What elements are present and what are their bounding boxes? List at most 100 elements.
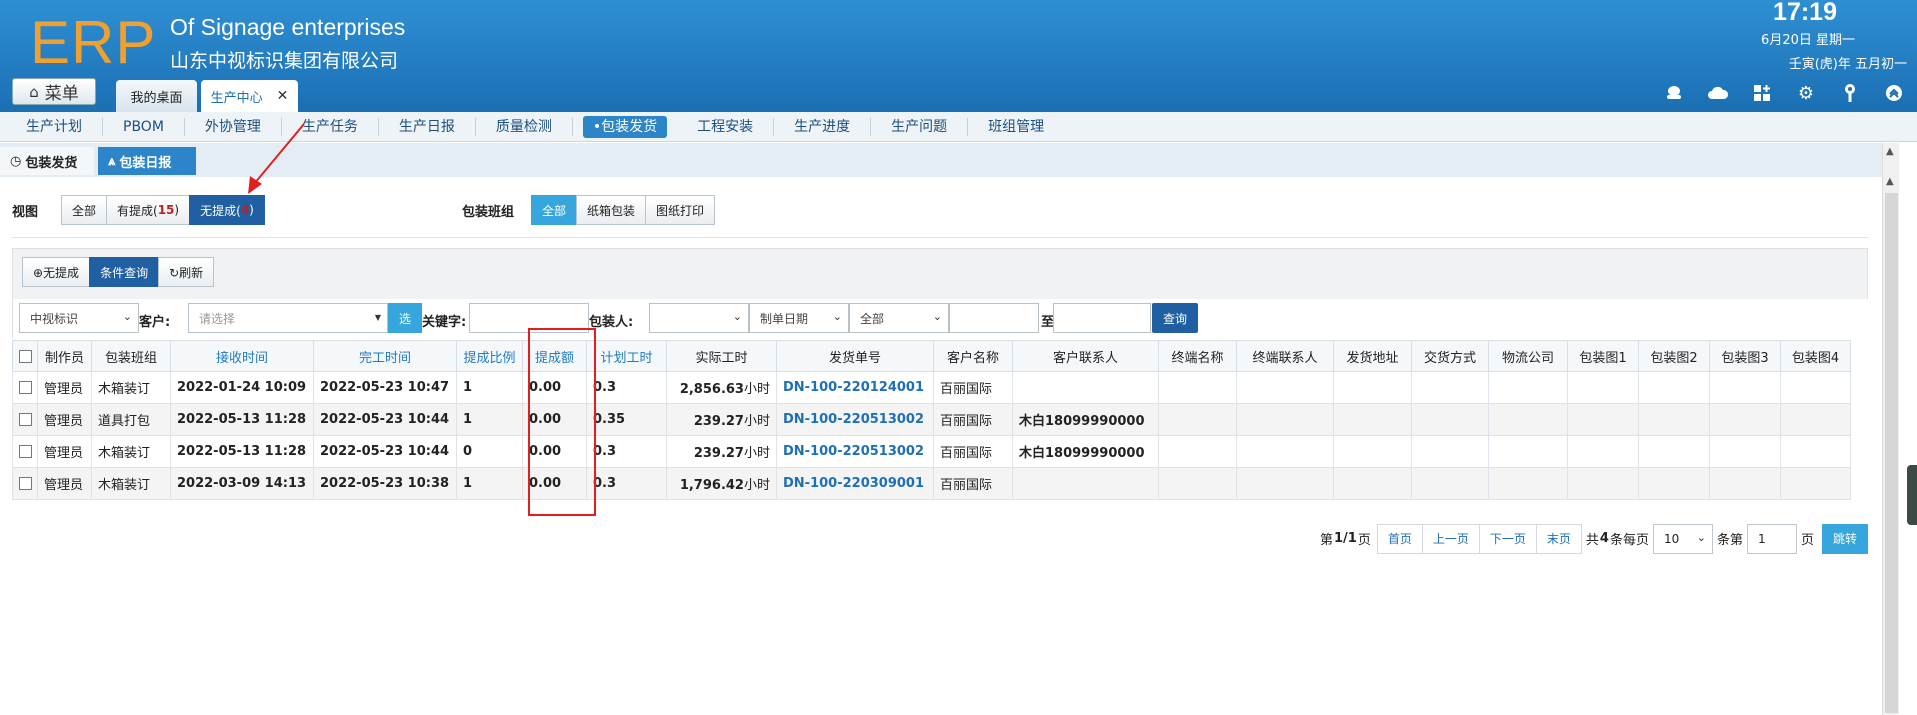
view-none-label: 无提成( [200, 203, 241, 218]
brand-name-en: Of Signage enterprises [170, 14, 406, 40]
cell-finished: 2022-05-23 10:44 [313, 403, 457, 436]
gear-icon[interactable]: ⚙ [1795, 82, 1817, 104]
user-icon[interactable] [1663, 82, 1685, 104]
no-commission-button[interactable]: ⊕无提成 [22, 257, 91, 287]
cell-customer: 百丽国际 [933, 371, 1013, 404]
col-header-plan-hours[interactable]: 计划工时 [586, 340, 667, 372]
tab-my-desktop[interactable]: 我的桌面 [116, 80, 197, 112]
tab-pack-daily[interactable]: ⩓ 包装日报 [98, 147, 196, 175]
home-icon: ⌂ [29, 82, 39, 101]
page-number-label: 条第 [1716, 533, 1743, 548]
team-carton-button[interactable]: 纸箱包装 [576, 195, 647, 225]
clock-date: 6月20日 星期一 [1761, 33, 1855, 48]
cell-ship-no[interactable]: DN-100-220124001 [776, 371, 934, 404]
clock-time: 17:19 [1773, 0, 1837, 26]
collapse-up-icon[interactable] [1883, 82, 1905, 104]
clock-icon: ◷ [10, 153, 22, 169]
cell-ship-no[interactable]: DN-100-220513002 [776, 403, 934, 436]
choose-customer-button[interactable]: 选 [388, 303, 422, 333]
prev-page-button[interactable]: 上一页 [1421, 523, 1480, 554]
scroll-up-icon[interactable]: ▲ [1886, 176, 1894, 187]
col-header-ratio[interactable]: 提成比例 [456, 340, 523, 372]
team-print-button[interactable]: 图纸打印 [645, 195, 716, 225]
team-label: 包装班组 [462, 205, 515, 220]
vertical-scrollbar[interactable]: ▲ ▲ [1882, 143, 1899, 715]
company-value: 中视标识 [30, 311, 79, 326]
cell-ship-no[interactable]: DN-100-220309001 [776, 467, 934, 500]
end-date-input[interactable] [1053, 303, 1151, 333]
team-all-button[interactable]: 全部 [531, 195, 578, 225]
cell-contact: 木白18099990000 [1012, 435, 1159, 468]
customer-select[interactable]: 请选择 ▼ [188, 303, 388, 333]
nav-daily-report[interactable]: 生产日报 [379, 117, 476, 136]
page-size-select[interactable]: 10 ⌄ [1652, 523, 1713, 554]
row-checkbox[interactable] [12, 371, 38, 404]
view-has-count: 15 [157, 203, 175, 217]
scrollbar-thumb[interactable] [1885, 193, 1898, 713]
nav-team-management[interactable]: 班组管理 [968, 118, 1064, 136]
col-header-customer: 客户名称 [933, 340, 1013, 372]
start-date-input[interactable] [949, 303, 1039, 333]
scroll-up-icon[interactable]: ▲ [1886, 146, 1894, 157]
brand-name-cn: 山东中视标识集团有限公司 [170, 50, 399, 72]
tab-pack-ship[interactable]: ◷ 包装发货 [0, 147, 94, 175]
first-page-button[interactable]: 首页 [1376, 523, 1423, 554]
table-row[interactable]: 管理员 木箱装订 2022-05-13 11:28 2022-05-23 10:… [12, 435, 1851, 468]
page-info-prefix: 第 [1319, 533, 1333, 548]
close-icon[interactable]: ✕ [277, 88, 289, 104]
cell-team: 木箱装订 [91, 435, 171, 468]
cell-actual-hours: 239.27小时 [666, 435, 777, 468]
cell-finished: 2022-05-23 10:47 [313, 371, 457, 404]
cell-customer: 百丽国际 [933, 435, 1013, 468]
side-drawer-handle[interactable] [1907, 465, 1917, 525]
chevron-down-icon: ⌄ [732, 310, 742, 323]
cell-plan-hours: 0.3 [586, 371, 667, 404]
cell-maker: 管理员 [37, 403, 92, 436]
nav-issues[interactable]: 生产问题 [871, 117, 969, 136]
customer-label: 客户: [139, 315, 171, 330]
tab-production-center[interactable]: 生产中心 ✕ [201, 80, 298, 112]
cell-contact [1012, 467, 1159, 500]
page-info-value: 1/1 [1333, 531, 1357, 546]
view-has-commission-button[interactable]: 有提成(15) [106, 195, 191, 225]
cloud-icon[interactable] [1707, 82, 1729, 104]
next-page-button[interactable]: 下一页 [1478, 523, 1537, 554]
packer-select[interactable]: ⌄ [649, 303, 749, 333]
nav-production-plan[interactable]: 生产计划 [6, 117, 103, 136]
cell-ratio: 1 [456, 403, 523, 436]
nav-pbom[interactable]: PBOM [103, 117, 185, 136]
cell-ship-no[interactable]: DN-100-220513002 [776, 435, 934, 468]
row-checkbox[interactable] [12, 435, 38, 468]
page-number-input[interactable]: 1 [1746, 523, 1797, 554]
nav-installation[interactable]: 工程安装 [677, 117, 775, 136]
query-button[interactable]: 查询 [1152, 303, 1198, 333]
company-select[interactable]: 中视标识 ⌄ [19, 303, 139, 333]
view-filter-group: 全部 有提成(15) 无提成(4) [61, 195, 265, 225]
col-header-received[interactable]: 接收时间 [170, 340, 314, 372]
team-filter-group: 全部 纸箱包装 图纸打印 [531, 195, 716, 225]
key-icon[interactable] [1839, 82, 1861, 104]
menu-button[interactable]: ⌂ 菜单 [12, 78, 96, 105]
lunar-date: 壬寅(虎)年 五月初一 [1788, 57, 1907, 72]
row-checkbox[interactable] [12, 403, 38, 436]
table-row[interactable]: 管理员 道具打包 2022-05-13 11:28 2022-05-23 10:… [12, 403, 1851, 436]
cell-actual-hours: 2,856.63小时 [666, 371, 777, 404]
select-all-checkbox[interactable] [12, 340, 38, 372]
jump-button[interactable]: 跳转 [1822, 523, 1868, 554]
nav-quality-check[interactable]: 质量检测 [476, 117, 573, 136]
table-row[interactable]: 管理员 木箱装订 2022-03-09 14:13 2022-05-23 10:… [12, 467, 1851, 500]
table-row[interactable]: 管理员 木箱装订 2022-01-24 10:09 2022-05-23 10:… [12, 371, 1851, 404]
nav-progress[interactable]: 生产进度 [774, 117, 872, 136]
col-header-team: 包装班组 [91, 340, 171, 372]
col-header-terminal-contact: 终端联系人 [1236, 340, 1334, 372]
refresh-button[interactable]: ↻刷新 [158, 257, 215, 287]
date-range-select[interactable]: 全部 ⌄ [849, 303, 949, 333]
view-all-button[interactable]: 全部 [61, 195, 108, 225]
col-header-finished[interactable]: 完工时间 [313, 340, 457, 372]
date-type-select[interactable]: 制单日期 ⌄ [749, 303, 849, 333]
condition-query-button[interactable]: 条件查询 [89, 257, 160, 287]
nav-pack-ship[interactable]: •包装发货 [582, 115, 668, 138]
last-page-button[interactable]: 末页 [1535, 523, 1582, 554]
row-checkbox[interactable] [12, 467, 38, 500]
grid-add-icon[interactable] [1751, 82, 1773, 104]
